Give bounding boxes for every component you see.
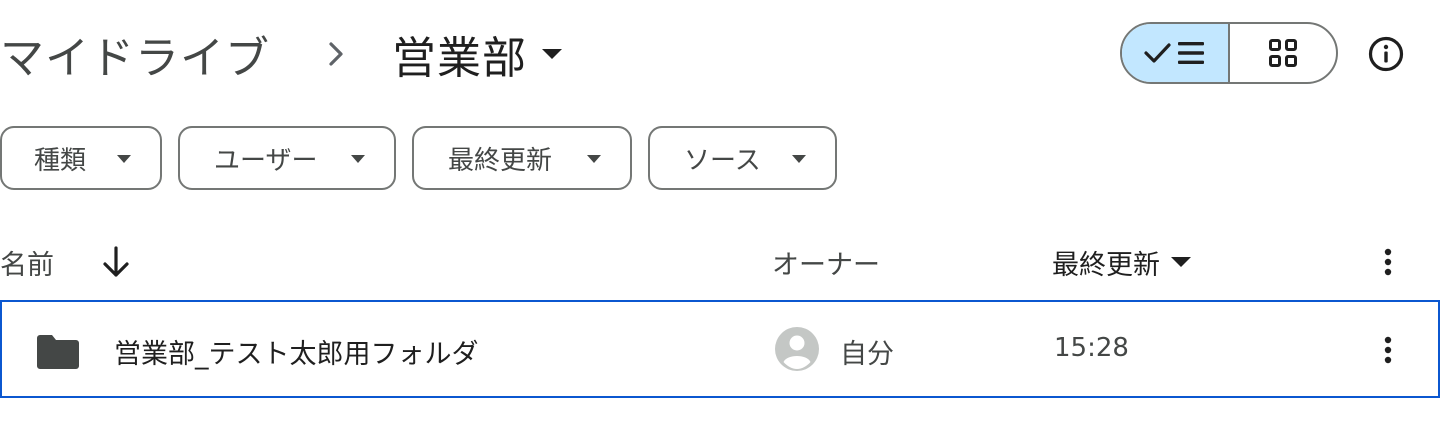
table-row[interactable]: 営業部_テスト太郎用フォルダ 自分 15:28 bbox=[0, 300, 1440, 398]
filter-chip-label: 最終更新 bbox=[448, 145, 553, 176]
filter-chip-label: 種類 bbox=[34, 145, 87, 176]
filter-chip-modified[interactable]: 最終更新 bbox=[412, 126, 632, 190]
row-more-actions-button[interactable] bbox=[1368, 330, 1408, 370]
file-owner: 自分 bbox=[840, 339, 894, 370]
file-name: 営業部_テスト太郎用フォルダ bbox=[114, 339, 479, 370]
dropdown-caret-icon bbox=[351, 155, 365, 163]
list-view-button[interactable] bbox=[1122, 24, 1230, 82]
grid-view-icon bbox=[1269, 39, 1297, 67]
filter-chip-user[interactable]: ユーザー bbox=[178, 126, 396, 190]
dropdown-caret-icon bbox=[587, 155, 601, 163]
info-button[interactable] bbox=[1362, 30, 1410, 78]
filter-chip-source[interactable]: ソース bbox=[648, 126, 837, 190]
column-header-owner[interactable]: オーナー bbox=[772, 240, 880, 284]
account-circle-icon bbox=[775, 327, 819, 371]
more-vert-icon bbox=[1384, 336, 1392, 364]
arrow-down-icon[interactable] bbox=[100, 244, 132, 280]
chevron-right-icon bbox=[316, 34, 356, 74]
folder-icon bbox=[37, 335, 79, 369]
grid-view-button[interactable] bbox=[1230, 24, 1336, 82]
list-view-icon bbox=[1144, 42, 1204, 64]
column-header-label: 名前 bbox=[0, 249, 54, 281]
page-title: 営業部 bbox=[392, 33, 527, 84]
dropdown-caret-icon bbox=[1170, 255, 1192, 269]
drive-page: マイドライブ 営業部 種類 ユーザー 最終更新 ソース 名前 オーナー 最終更新… bbox=[0, 0, 1456, 430]
breadcrumb-my-drive[interactable]: マイドライブ bbox=[0, 22, 270, 86]
breadcrumb: マイドライブ 営業部 bbox=[0, 22, 565, 86]
column-header-name[interactable]: 名前 bbox=[0, 240, 54, 284]
breadcrumb-current-folder[interactable]: 営業部 bbox=[392, 22, 565, 86]
filter-chip-label: ユーザー bbox=[214, 145, 318, 176]
filter-chip-label: ソース bbox=[684, 145, 761, 176]
dropdown-caret-icon bbox=[117, 155, 131, 163]
check-icon bbox=[1144, 43, 1171, 63]
view-toggle bbox=[1120, 22, 1338, 84]
dropdown-caret-icon bbox=[792, 155, 806, 163]
info-icon bbox=[1368, 36, 1404, 72]
column-header-label: 最終更新 bbox=[1052, 249, 1160, 281]
file-modified: 15:28 bbox=[1054, 333, 1129, 363]
more-vert-icon bbox=[1384, 248, 1392, 276]
filter-chip-type[interactable]: 種類 bbox=[0, 126, 162, 190]
column-header-label: オーナー bbox=[772, 249, 880, 281]
dropdown-caret-icon bbox=[541, 42, 565, 66]
column-header-modified[interactable]: 最終更新 bbox=[1052, 240, 1192, 284]
more-actions-button[interactable] bbox=[1368, 242, 1408, 282]
